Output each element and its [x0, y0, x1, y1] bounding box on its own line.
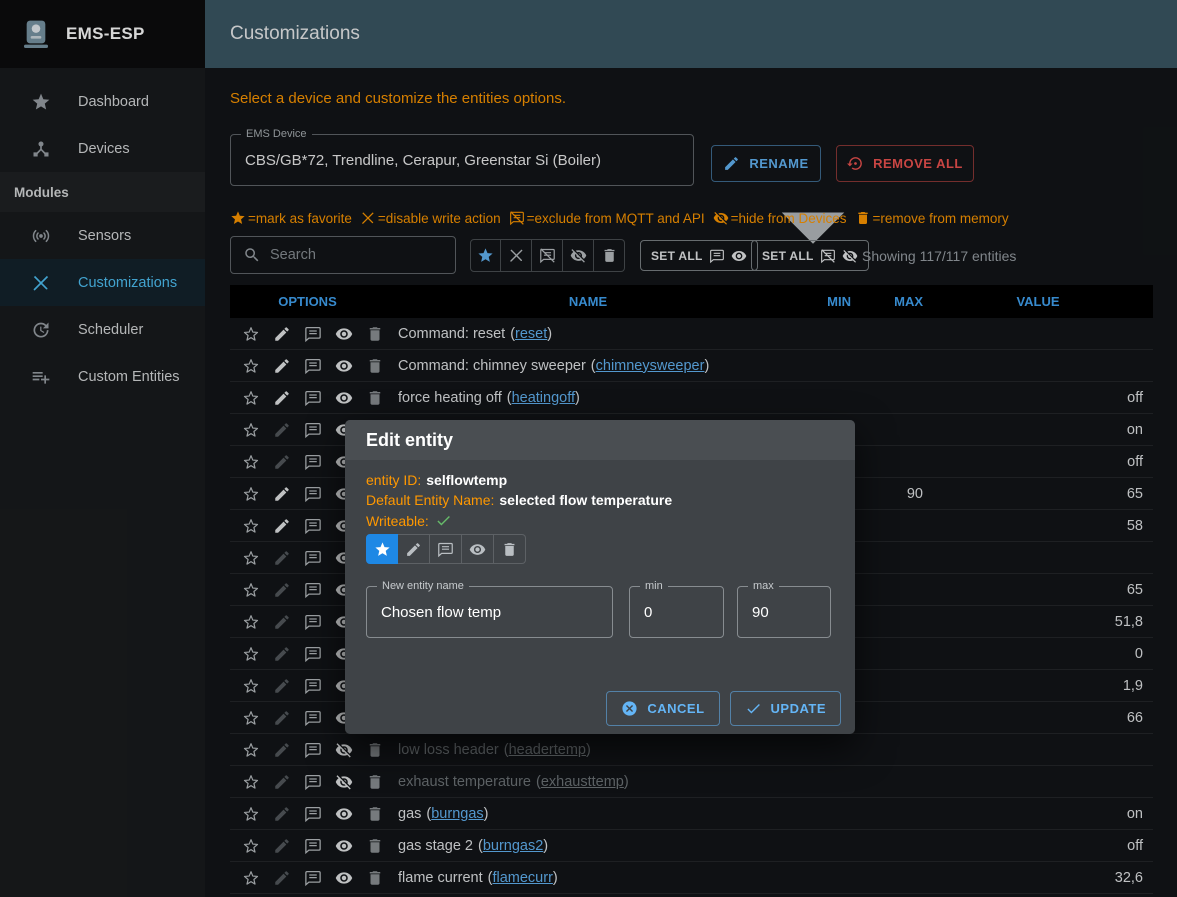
min-field: min	[629, 586, 724, 638]
toggle-favorite-button[interactable]	[366, 534, 398, 564]
toggle-disable-write-button[interactable]	[398, 534, 430, 564]
pencil-icon	[405, 541, 422, 558]
star-icon	[374, 541, 391, 558]
check-icon	[745, 700, 762, 717]
trash-icon	[501, 541, 518, 558]
edit-entity-dialog: Edit entity entity ID:selflowtemp Defaul…	[345, 420, 855, 734]
entity-id-value: selflowtemp	[426, 472, 507, 488]
max-label: max	[748, 579, 779, 594]
writeable-line: Writeable:	[366, 512, 452, 529]
cancel-icon	[621, 700, 638, 717]
dialog-title: Edit entity	[345, 420, 855, 460]
default-name-value: selected flow temperature	[499, 492, 672, 508]
new-entity-name-input[interactable]	[367, 587, 612, 637]
min-label: min	[640, 579, 668, 594]
eye-icon	[469, 541, 486, 558]
max-input[interactable]	[738, 587, 830, 637]
dialog-actions: CANCEL UPDATE	[606, 691, 841, 726]
new-entity-name-label: New entity name	[377, 579, 469, 594]
entity-option-toggle-group	[366, 534, 526, 564]
min-input[interactable]	[630, 587, 723, 637]
message-icon	[437, 541, 454, 558]
default-name-line: Default Entity Name:selected flow temper…	[366, 492, 672, 508]
check-icon	[435, 512, 452, 529]
new-entity-name-field: New entity name	[366, 586, 613, 638]
toggle-exclude-mqtt-button[interactable]	[430, 534, 462, 564]
max-field: max	[737, 586, 831, 638]
cancel-button[interactable]: CANCEL	[606, 691, 719, 726]
toggle-remove-button[interactable]	[494, 534, 526, 564]
update-button[interactable]: UPDATE	[730, 691, 841, 726]
entity-id-line: entity ID:selflowtemp	[366, 472, 507, 488]
toggle-hide-button[interactable]	[462, 534, 494, 564]
